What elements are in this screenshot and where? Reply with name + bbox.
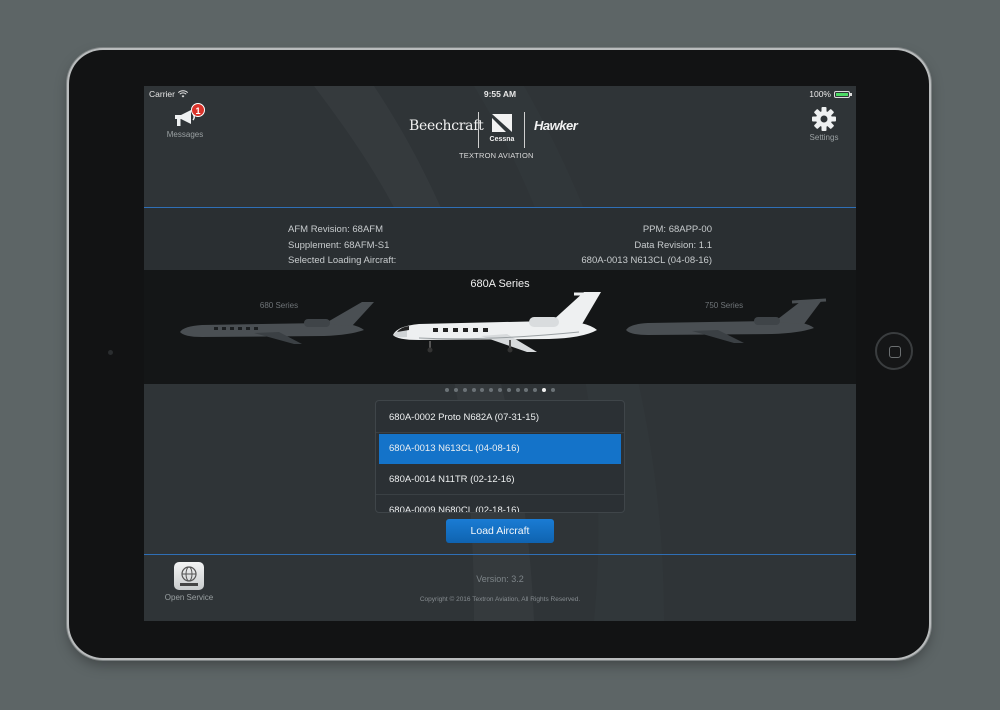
messages-label: Messages [166,130,204,139]
copyright-label: Copyright © 2016 Textron Aviation, All R… [419,596,581,603]
divider-line [144,554,856,555]
picker-item[interactable]: 680A-0002 Proto N682A (07-31-15) [376,403,624,433]
status-bar: Carrier 9:55 AM 100% [144,86,856,102]
brand-divider [524,112,525,148]
battery-percent: 100% [809,89,831,99]
page-dot[interactable] [550,388,555,392]
aircraft-picker[interactable]: 680A-0002 Proto N682A (07-31-15) 680A-00… [375,400,625,513]
aircraft-info-panel: AFM Revision: 68AFM Supplement: 68AFM-S1… [144,208,856,270]
page-dot[interactable] [524,388,529,392]
ppm: PPM: 68APP-00 [642,224,712,235]
aircraft-carousel[interactable]: 680 Series 680A Series 750 Series [144,270,856,384]
page-dot[interactable] [498,388,502,392]
battery-icon [834,90,852,98]
brand-divider [478,112,479,148]
page-dot[interactable] [471,388,476,392]
settings-label: Settings [809,133,839,142]
brand-logos: Beechcraft Cessna Hawker TEXTRON AVIATIO… [404,106,604,162]
page-dot[interactable] [541,388,546,392]
selected-loading-aircraft-label: Selected Loading Aircraft: [288,255,397,266]
data-revision: Data Revision: 1.1 [634,239,712,251]
load-aircraft-button[interactable]: Load Aircraft [446,519,554,543]
version-label: Version: 3.2 [476,574,524,584]
messages-badge: 1 [191,103,205,117]
page-dot[interactable] [445,388,450,392]
page-dot[interactable] [515,388,520,392]
page-dot[interactable] [462,388,467,392]
afm-revision: AFM Revision: 68AFM [288,224,384,235]
camera-icon [108,350,113,355]
picker-item-selected[interactable]: 680A-0013 N613CL (04-08-16) [379,434,621,464]
selected-aircraft-value: 680A-0013 N613CL (04-08-16) [581,255,712,266]
messages-button[interactable]: 1 Messages [158,103,212,148]
page-dot[interactable] [489,388,494,392]
picker-item[interactable]: 680A-0014 N11TR (02-12-16) [376,465,624,495]
current-series-label: 680A Series [470,278,530,290]
cessna-logo-icon [492,114,512,132]
jet-680a-image[interactable] [389,290,609,360]
clock: 9:55 AM [483,89,517,99]
open-service-button[interactable]: Open Service [158,562,220,612]
gear-icon [812,107,836,131]
home-button[interactable] [875,332,913,370]
beechcraft-logo: Beechcraft [409,118,484,134]
app-screen: Carrier 9:55 AM 100% 1 Messages Beechcra… [144,86,856,621]
jet-750-image[interactable] [622,298,827,348]
carousel-page-indicator[interactable] [144,388,856,396]
page-dot[interactable] [533,388,538,392]
hawker-logo: Hawker [534,118,578,133]
settings-button[interactable]: Settings [799,106,849,148]
page-dot[interactable] [480,388,485,392]
page-dot[interactable] [454,388,459,392]
supplement: Supplement: 68AFM-S1 [288,239,390,251]
picker-item[interactable]: 680A-0009 N680CL (02-18-16) [376,496,624,512]
cessna-logo: Cessna [489,136,515,143]
textron-aviation-logo: TEXTRON AVIATION [459,151,534,160]
page-dot[interactable] [506,388,511,392]
jet-680-image[interactable] [174,300,379,350]
